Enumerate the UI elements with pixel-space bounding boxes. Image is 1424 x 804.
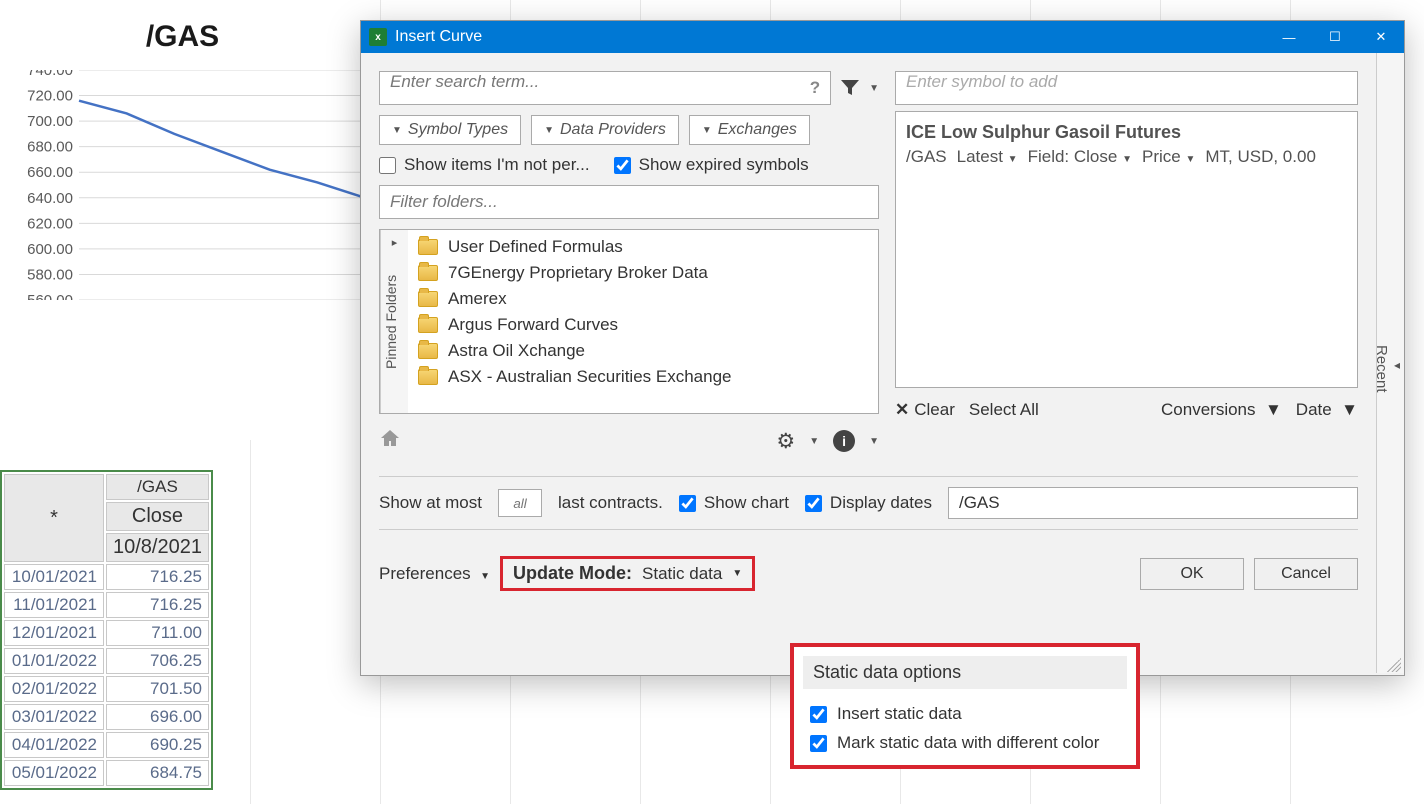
- col2-header-l2: Close: [106, 502, 209, 531]
- pinned-folders-tab[interactable]: Pinned Folders: [380, 230, 408, 413]
- details-field-dd[interactable]: Field: Close ▼: [1028, 147, 1132, 167]
- static-options-popup: Static data options Insert static data M…: [790, 643, 1140, 769]
- symbol-input[interactable]: Enter symbol to add: [895, 71, 1358, 105]
- folder-item[interactable]: Amerex: [408, 286, 878, 312]
- details-title: ICE Low Sulphur Gasoil Futures: [906, 122, 1347, 143]
- show-at-most-label: Show at most: [379, 493, 482, 513]
- show-expired-checkbox[interactable]: Show expired symbols: [614, 155, 809, 175]
- folder-icon: [418, 291, 438, 307]
- table-row[interactable]: 04/01/2022690.25: [4, 732, 209, 758]
- symbol-types-dropdown[interactable]: ▼Symbol Types: [379, 115, 521, 145]
- folder-icon: [418, 239, 438, 255]
- last-contracts-label: last contracts.: [558, 493, 663, 513]
- help-icon[interactable]: ?: [810, 78, 820, 98]
- folder-item[interactable]: 7GEnergy Proprietary Broker Data: [408, 260, 878, 286]
- exchanges-dropdown[interactable]: ▼Exchanges: [689, 115, 810, 145]
- chart-container: /GAS 560.00 580.00 600.00 620.00 640.00 660.0…: [0, 0, 365, 440]
- details-unit: MT, USD, 0.00: [1205, 147, 1316, 167]
- minimize-button[interactable]: —: [1266, 21, 1312, 53]
- excel-icon: x: [369, 28, 387, 46]
- folder-item[interactable]: Argus Forward Curves: [408, 312, 878, 338]
- dialog-title: Insert Curve: [395, 28, 1266, 46]
- clear-button[interactable]: ✕Clear: [895, 400, 955, 420]
- gear-icon[interactable]: ⚙: [776, 429, 795, 454]
- filter-dropdown-caret[interactable]: ▼: [869, 83, 879, 94]
- search-input[interactable]: Enter search term... ?: [379, 71, 831, 105]
- folder-icon: [418, 265, 438, 281]
- titlebar[interactable]: x Insert Curve — ☐ ✕: [361, 21, 1404, 53]
- select-all-button[interactable]: Select All: [969, 400, 1039, 420]
- gear-caret[interactable]: ▼: [809, 436, 819, 447]
- details-latest-dd[interactable]: Latest ▼: [957, 147, 1018, 167]
- folder-item[interactable]: Astra Oil Xchange: [408, 338, 878, 364]
- cancel-button[interactable]: Cancel: [1254, 558, 1358, 590]
- close-button[interactable]: ✕: [1358, 21, 1404, 53]
- home-icon[interactable]: [379, 428, 401, 454]
- insert-curve-dialog: x Insert Curve — ☐ ✕ ◂Recent Enter searc…: [360, 20, 1405, 676]
- chart-plot: 560.00 580.00 600.00 620.00 640.00 660.00 680.…: [23, 70, 365, 300]
- filter-folders-input[interactable]: Filter folders...: [379, 185, 879, 219]
- update-mode-control[interactable]: Update Mode: Static data ▼: [500, 556, 755, 591]
- svg-text:740.00: 740.00: [27, 70, 73, 79]
- display-dates-checkbox[interactable]: Display dates: [805, 493, 932, 513]
- date-dropdown[interactable]: Date ▼: [1296, 400, 1358, 420]
- col2-header-l3: 10/8/2021: [106, 533, 209, 562]
- folder-item[interactable]: ASX - Australian Securities Exchange: [408, 364, 878, 390]
- svg-text:640.00: 640.00: [27, 190, 73, 207]
- table-row[interactable]: 10/01/2021716.25: [4, 564, 209, 590]
- folder-icon: [418, 343, 438, 359]
- symbol-details: ICE Low Sulphur Gasoil Futures /GAS Late…: [895, 111, 1358, 388]
- table-row[interactable]: 12/01/2021711.00: [4, 620, 209, 646]
- insert-static-checkbox[interactable]: Insert static data: [800, 701, 1130, 730]
- preferences-dropdown[interactable]: Preferences ▼: [379, 564, 490, 584]
- info-icon[interactable]: i: [833, 430, 855, 452]
- svg-text:560.00: 560.00: [27, 292, 73, 300]
- svg-text:580.00: 580.00: [27, 266, 73, 283]
- data-providers-dropdown[interactable]: ▼Data Providers: [531, 115, 679, 145]
- svg-text:660.00: 660.00: [27, 164, 73, 181]
- table-row[interactable]: 03/01/2022696.00: [4, 704, 209, 730]
- ok-button[interactable]: OK: [1140, 558, 1244, 590]
- chart-title: /GAS: [0, 20, 365, 54]
- folder-item[interactable]: User Defined Formulas: [408, 234, 878, 260]
- data-table: * /GAS Close 10/8/2021 10/01/2021716.251…: [0, 470, 213, 790]
- contract-count-input[interactable]: [498, 489, 542, 517]
- col2-header-l1: /GAS: [106, 474, 209, 500]
- details-price-dd[interactable]: Price ▼: [1142, 147, 1195, 167]
- col1-header: *: [4, 474, 104, 562]
- info-caret[interactable]: ▼: [869, 436, 879, 447]
- symbol-display-input[interactable]: /GAS: [948, 487, 1358, 519]
- folder-icon: [418, 317, 438, 333]
- maximize-button[interactable]: ☐: [1312, 21, 1358, 53]
- table-row[interactable]: 11/01/2021716.25: [4, 592, 209, 618]
- svg-text:700.00: 700.00: [27, 113, 73, 130]
- table-row[interactable]: 02/01/2022701.50: [4, 676, 209, 702]
- folder-icon: [418, 369, 438, 385]
- conversions-dropdown[interactable]: Conversions ▼: [1161, 400, 1282, 420]
- show-not-permitted-checkbox[interactable]: Show items I'm not per...: [379, 155, 590, 175]
- filter-icon[interactable]: [839, 77, 861, 99]
- popup-title: Static data options: [803, 656, 1127, 689]
- mark-static-checkbox[interactable]: Mark static data with different color: [800, 730, 1130, 759]
- svg-text:680.00: 680.00: [27, 139, 73, 156]
- details-symbol: /GAS: [906, 147, 947, 167]
- table-row[interactable]: 01/01/2022706.25: [4, 648, 209, 674]
- show-chart-checkbox[interactable]: Show chart: [679, 493, 789, 513]
- folder-list[interactable]: User Defined Formulas7GEnergy Proprietar…: [408, 230, 878, 413]
- svg-text:720.00: 720.00: [27, 88, 73, 105]
- table-row[interactable]: 05/01/2022684.75: [4, 760, 209, 786]
- svg-text:620.00: 620.00: [27, 215, 73, 232]
- resize-grip[interactable]: [1387, 658, 1401, 672]
- recent-panel-tab[interactable]: ◂Recent: [1376, 53, 1404, 673]
- svg-text:600.00: 600.00: [27, 241, 73, 258]
